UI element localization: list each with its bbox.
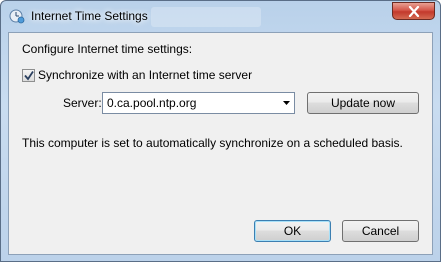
cancel-button[interactable]: Cancel (342, 220, 419, 242)
sync-checkbox[interactable] (22, 69, 35, 82)
server-value: 0.ca.pool.ntp.org (107, 96, 197, 110)
clock-globe-icon (9, 8, 25, 24)
close-button[interactable] (392, 2, 435, 20)
window-title: Internet Time Settings (31, 9, 148, 23)
close-icon (408, 6, 420, 17)
group-label: Configure Internet time settings: (22, 42, 193, 56)
title-bar[interactable]: Internet Time Settings (1, 1, 440, 32)
server-label: Server: (63, 96, 102, 110)
dialog-body: Configure Internet time settings: Synchr… (8, 32, 433, 255)
sync-status-text: This computer is set to automatically sy… (22, 136, 403, 150)
background-window-ghost (151, 7, 261, 27)
server-combobox[interactable]: 0.ca.pool.ntp.org (102, 92, 295, 114)
sync-checkbox-label[interactable]: Synchronize with an Internet time server (38, 68, 252, 82)
ok-button[interactable]: OK (254, 220, 331, 242)
internet-time-settings-dialog: Internet Time Settings Configure Interne… (0, 0, 441, 262)
update-now-button[interactable]: Update now (307, 92, 419, 114)
chevron-down-icon[interactable] (283, 101, 290, 105)
checkmark-icon (24, 71, 34, 81)
